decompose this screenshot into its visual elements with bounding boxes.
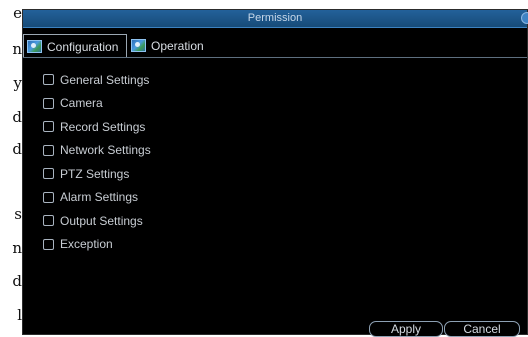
permission-label: Exception (60, 237, 113, 252)
checkbox[interactable] (43, 74, 54, 86)
dialog-titlebar[interactable]: Permission (23, 10, 528, 28)
document-text-strip: e n y d d s n d l (0, 0, 22, 335)
document-letter: l (17, 306, 22, 324)
permission-record-settings[interactable]: Record Settings (43, 115, 151, 139)
tab-divider (23, 57, 527, 58)
document-letter: n (12, 239, 22, 257)
permission-ptz-settings[interactable]: PTZ Settings (43, 162, 151, 186)
checkbox[interactable] (43, 121, 54, 133)
permission-label: Camera (60, 96, 103, 111)
permission-label: General Settings (60, 72, 150, 87)
checkbox[interactable] (43, 168, 54, 180)
close-icon[interactable] (521, 12, 528, 24)
permission-alarm-settings[interactable]: Alarm Settings (43, 186, 151, 210)
checkbox[interactable] (43, 191, 54, 203)
permission-label: PTZ Settings (60, 166, 130, 181)
permission-label: Network Settings (60, 143, 151, 158)
document-letter: d (12, 272, 22, 290)
document-letter: d (12, 108, 22, 126)
document-letter: s (14, 205, 22, 223)
configuration-icon (27, 40, 42, 53)
permission-list: General Settings Camera Record Settings … (43, 68, 151, 256)
permission-label: Alarm Settings (60, 190, 139, 205)
document-letter: e (13, 4, 22, 22)
tab-label: Configuration (47, 39, 119, 54)
checkbox[interactable] (43, 144, 54, 156)
permission-tabs: Configuration Operation (23, 34, 527, 58)
tab-operation[interactable]: Operation (128, 34, 218, 57)
permission-label: Output Settings (60, 213, 143, 228)
document-letter: n (12, 40, 22, 58)
dialog-title: Permission (247, 12, 303, 24)
permission-general-settings[interactable]: General Settings (43, 68, 151, 92)
tab-configuration[interactable]: Configuration (23, 34, 127, 58)
permission-network-settings[interactable]: Network Settings (43, 139, 151, 163)
permission-dialog: Permission Configuration Operation Gener… (22, 9, 528, 337)
checkbox[interactable] (43, 97, 54, 109)
document-letter: d (12, 140, 22, 158)
permission-camera[interactable]: Camera (43, 92, 151, 116)
tab-label: Operation (151, 38, 204, 53)
permission-exception[interactable]: Exception (43, 233, 151, 257)
permission-output-settings[interactable]: Output Settings (43, 209, 151, 233)
operation-icon (131, 39, 146, 52)
document-letter: y (13, 74, 22, 92)
permission-label: Record Settings (60, 119, 146, 134)
checkbox[interactable] (43, 238, 54, 250)
checkbox[interactable] (43, 215, 54, 227)
